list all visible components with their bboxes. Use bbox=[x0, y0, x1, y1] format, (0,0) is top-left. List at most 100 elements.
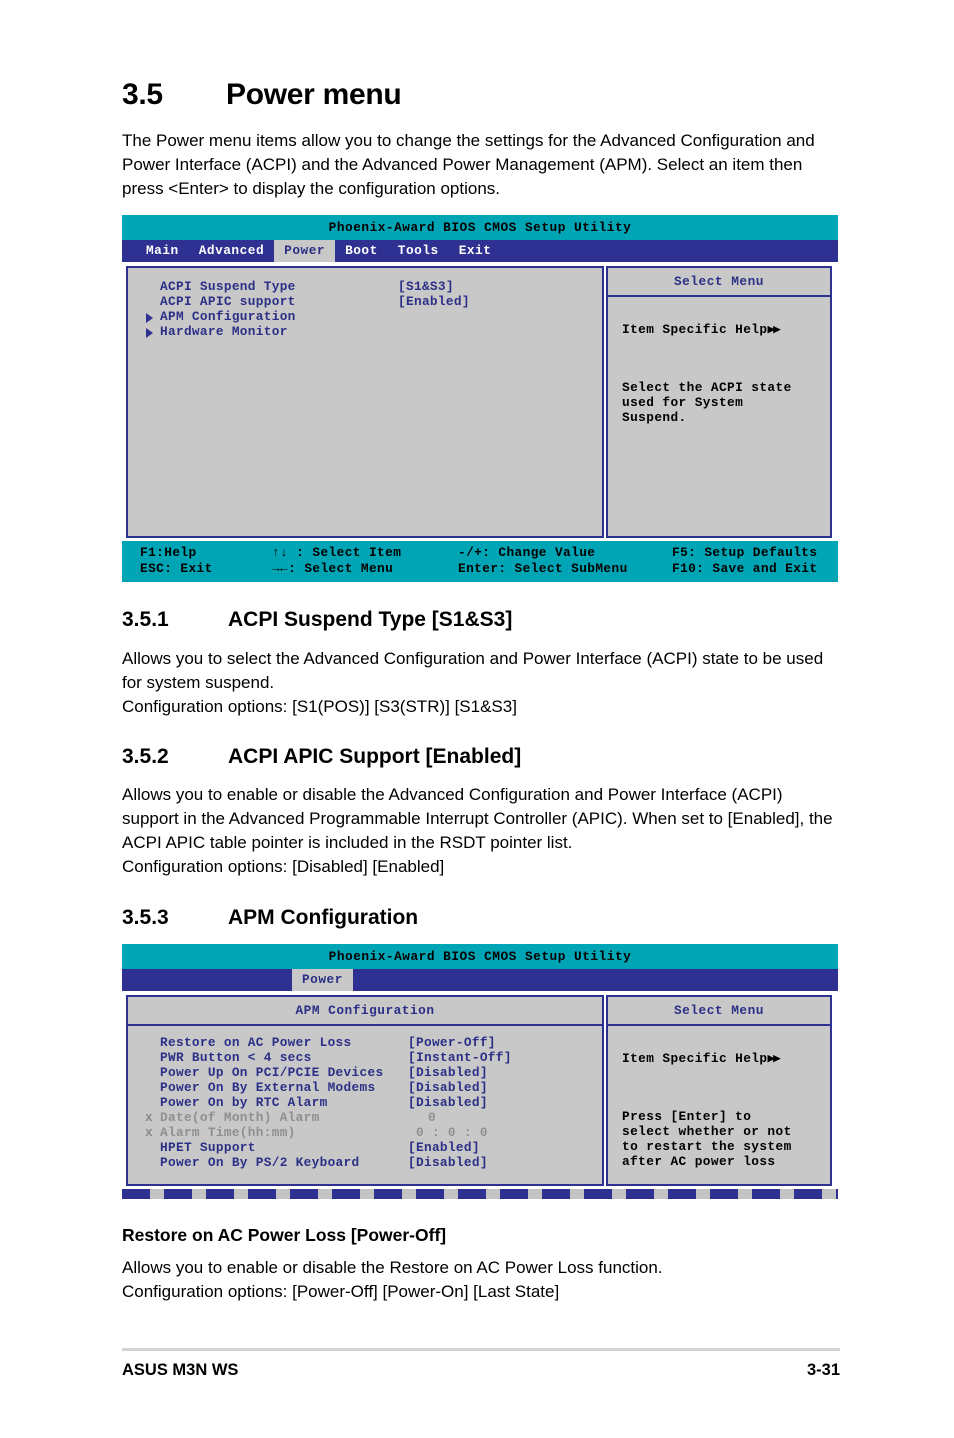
bios-option-row[interactable]: Power On By External Modems [Disabled] bbox=[128, 1080, 602, 1095]
option-label: ACPI APIC support bbox=[160, 294, 296, 310]
option-value[interactable]: [Instant-Off] bbox=[408, 1050, 512, 1065]
manual-page: 3.5 Power menu The Power menu items allo… bbox=[0, 0, 954, 1438]
option-value: 0 bbox=[428, 1109, 436, 1125]
bios-options-list: ACPI Suspend Type [S1&S3] ACPI APIC supp… bbox=[128, 268, 602, 339]
bios-option-row[interactable]: HPET Support [Enabled] bbox=[128, 1140, 602, 1155]
bios-help-panel: Select Menu Item Specific Help▶▶ Select … bbox=[606, 266, 832, 539]
option-value[interactable]: [Power-Off] bbox=[408, 1035, 496, 1050]
key-select-item: ↑↓ : Select Item bbox=[272, 545, 402, 561]
option-label: Power Up On PCI/PCIE Devices bbox=[160, 1064, 384, 1080]
tab-bar-left-filler bbox=[122, 969, 292, 991]
subsection-title: ACPI Suspend Type [S1&S3] bbox=[228, 608, 513, 632]
subsection-number: 3.5.1 bbox=[122, 608, 169, 632]
tab-tools[interactable]: Tools bbox=[388, 240, 449, 262]
options-restore-on-ac-power-loss: Configuration options: [Power-Off] [Powe… bbox=[122, 1281, 560, 1301]
key-change-value: -/+: Change Value bbox=[458, 545, 596, 561]
bios-body: APM Configuration Restore on AC Power Lo… bbox=[122, 990, 838, 1189]
option-value[interactable]: [Disabled] bbox=[408, 1080, 488, 1095]
item-specific-help-label: Item Specific Help▶▶ bbox=[622, 1050, 781, 1066]
footer-line: ASUS M3N WS 3-31 bbox=[122, 1361, 840, 1380]
subsection-title: APM Configuration bbox=[228, 905, 419, 929]
bios-option-row[interactable]: ACPI Suspend Type [S1&S3] bbox=[128, 279, 602, 294]
subsection-number: 3.5.2 bbox=[122, 744, 169, 768]
option-value[interactable]: [Disabled] bbox=[408, 1155, 488, 1170]
bios-title-bar: Phoenix-Award BIOS CMOS Setup Utility bbox=[122, 943, 838, 969]
option-value[interactable]: [S1&S3] bbox=[398, 279, 454, 294]
heading-3-5-1: 3.5.1 ACPI Suspend Type [S1&S3] bbox=[122, 608, 840, 632]
submenu-triangle-icon bbox=[138, 324, 160, 339]
heading-3-5-2: 3.5.2 ACPI APIC Support [Enabled] bbox=[122, 745, 840, 769]
tab-exit[interactable]: Exit bbox=[449, 240, 502, 262]
options-3-5-2: Configuration options: [Disabled] [Enabl… bbox=[122, 857, 445, 877]
key-legend-row: ESC: Exit →←: Select Menu Enter: Select … bbox=[122, 561, 838, 577]
option-label: Power On By External Modems bbox=[160, 1079, 376, 1095]
tab-power[interactable]: Power bbox=[274, 240, 336, 263]
key-select-submenu: Enter: Select SubMenu bbox=[458, 561, 628, 577]
bios-option-row[interactable]: Restore on AC Power Loss [Power-Off] bbox=[128, 1035, 602, 1050]
help-panel-body: Item Specific Help▶▶ Select the ACPI sta… bbox=[608, 297, 830, 440]
section-title: Power menu bbox=[226, 78, 402, 111]
apm-panel-title: APM Configuration bbox=[128, 997, 602, 1026]
bios-screen-power-menu: Phoenix-Award BIOS CMOS Setup Utility Ma… bbox=[122, 215, 838, 583]
key-f1-help: F1:Help bbox=[140, 545, 197, 561]
bios-help-panel: Select Menu Item Specific Help▶▶ Press [… bbox=[606, 994, 832, 1186]
bios-option-row: x Alarm Time(hh:mm) 0 : 0 : 0 bbox=[128, 1125, 602, 1140]
option-label: Power On By PS/2 Keyboard bbox=[160, 1154, 360, 1170]
option-value[interactable]: [Disabled] bbox=[408, 1095, 488, 1110]
option-value[interactable]: [Disabled] bbox=[408, 1065, 488, 1080]
bios-option-row[interactable]: ACPI APIC support [Enabled] bbox=[128, 294, 602, 309]
tab-boot[interactable]: Boot bbox=[335, 240, 388, 262]
option-value: 0 : 0 : 0 bbox=[416, 1124, 488, 1140]
paragraph-3-5-1: Allows you to select the Advanced Config… bbox=[122, 648, 824, 692]
option-label: HPET Support bbox=[160, 1139, 256, 1155]
double-arrow-icon: ▶▶ bbox=[767, 1050, 780, 1066]
bios-body: ACPI Suspend Type [S1&S3] ACPI APIC supp… bbox=[122, 262, 838, 542]
intro-paragraph: The Power menu items allow you to change… bbox=[122, 131, 815, 199]
help-text: Press [Enter] to select whether or not t… bbox=[622, 1108, 792, 1169]
subsection-title: ACPI APIC Support [Enabled] bbox=[228, 744, 522, 768]
bios-key-legend: F1:Help ↑↓ : Select Item -/+: Change Val… bbox=[122, 541, 838, 583]
bios-tab-bar: Main Advanced Power Boot Tools Exit bbox=[122, 240, 838, 263]
key-select-menu: →←: Select Menu bbox=[272, 561, 394, 577]
submenu-triangle-icon bbox=[138, 309, 160, 324]
bios-option-row: x Date(of Month) Alarm 0 bbox=[128, 1110, 602, 1125]
key-f5-defaults: F5: Setup Defaults bbox=[672, 545, 818, 561]
options-3-5-1: Configuration options: [S1(POS)] [S3(STR… bbox=[122, 696, 517, 716]
tab-bar-filler bbox=[353, 969, 838, 991]
bios-option-row[interactable]: APM Configuration bbox=[128, 309, 602, 324]
bios-option-row[interactable]: Power On by RTC Alarm [Disabled] bbox=[128, 1095, 602, 1110]
page-title: 3.5 Power menu bbox=[122, 78, 840, 111]
bios-tab-bar: Power bbox=[122, 968, 838, 991]
help-panel-title: Select Menu bbox=[608, 268, 830, 298]
bios-option-row[interactable]: Hardware Monitor bbox=[128, 324, 602, 339]
option-label: Power On by RTC Alarm bbox=[160, 1094, 328, 1110]
bios-option-row[interactable]: Power Up On PCI/PCIE Devices [Disabled] bbox=[128, 1065, 602, 1080]
option-label: Date(of Month) Alarm bbox=[160, 1109, 320, 1125]
option-label: ACPI Suspend Type bbox=[160, 279, 296, 295]
bios-options-list: Restore on AC Power Loss [Power-Off] PWR… bbox=[128, 1026, 602, 1170]
tab-advanced[interactable]: Advanced bbox=[189, 240, 274, 262]
option-label: PWR Button < 4 secs bbox=[160, 1049, 312, 1065]
page-content: 3.5 Power menu The Power menu items allo… bbox=[122, 78, 840, 1304]
option-value[interactable]: [Enabled] bbox=[398, 294, 470, 309]
tab-power[interactable]: Power bbox=[292, 968, 353, 991]
footer-page-number: 3-31 bbox=[806, 1361, 840, 1379]
option-value[interactable]: [Enabled] bbox=[408, 1140, 480, 1155]
paragraph-restore-on-ac-power-loss: Allows you to enable or disable the Rest… bbox=[122, 1257, 663, 1277]
tab-main[interactable]: Main bbox=[136, 240, 189, 262]
key-legend-row: F1:Help ↑↓ : Select Item -/+: Change Val… bbox=[122, 545, 838, 561]
subsection-number: 3.5.3 bbox=[122, 905, 169, 929]
row-marker-disabled: x bbox=[145, 1109, 153, 1125]
footer-product-name: ASUS M3N WS bbox=[122, 1361, 239, 1379]
footer-divider bbox=[122, 1348, 840, 1351]
double-arrow-icon: ▶▶ bbox=[767, 322, 780, 338]
bios-option-row[interactable]: PWR Button < 4 secs [Instant-Off] bbox=[128, 1050, 602, 1065]
option-label: APM Configuration bbox=[160, 309, 296, 325]
screenshot-cropped-edge bbox=[122, 1188, 838, 1199]
bios-option-row[interactable]: Power On By PS/2 Keyboard [Disabled] bbox=[128, 1155, 602, 1170]
row-marker-disabled: x bbox=[145, 1124, 153, 1140]
help-panel-title: Select Menu bbox=[608, 997, 830, 1026]
option-label: Alarm Time(hh:mm) bbox=[160, 1124, 296, 1140]
bios-screen-apm-configuration: Phoenix-Award BIOS CMOS Setup Utility Po… bbox=[122, 943, 838, 1199]
help-text: Select the ACPI state used for System Su… bbox=[622, 380, 792, 426]
